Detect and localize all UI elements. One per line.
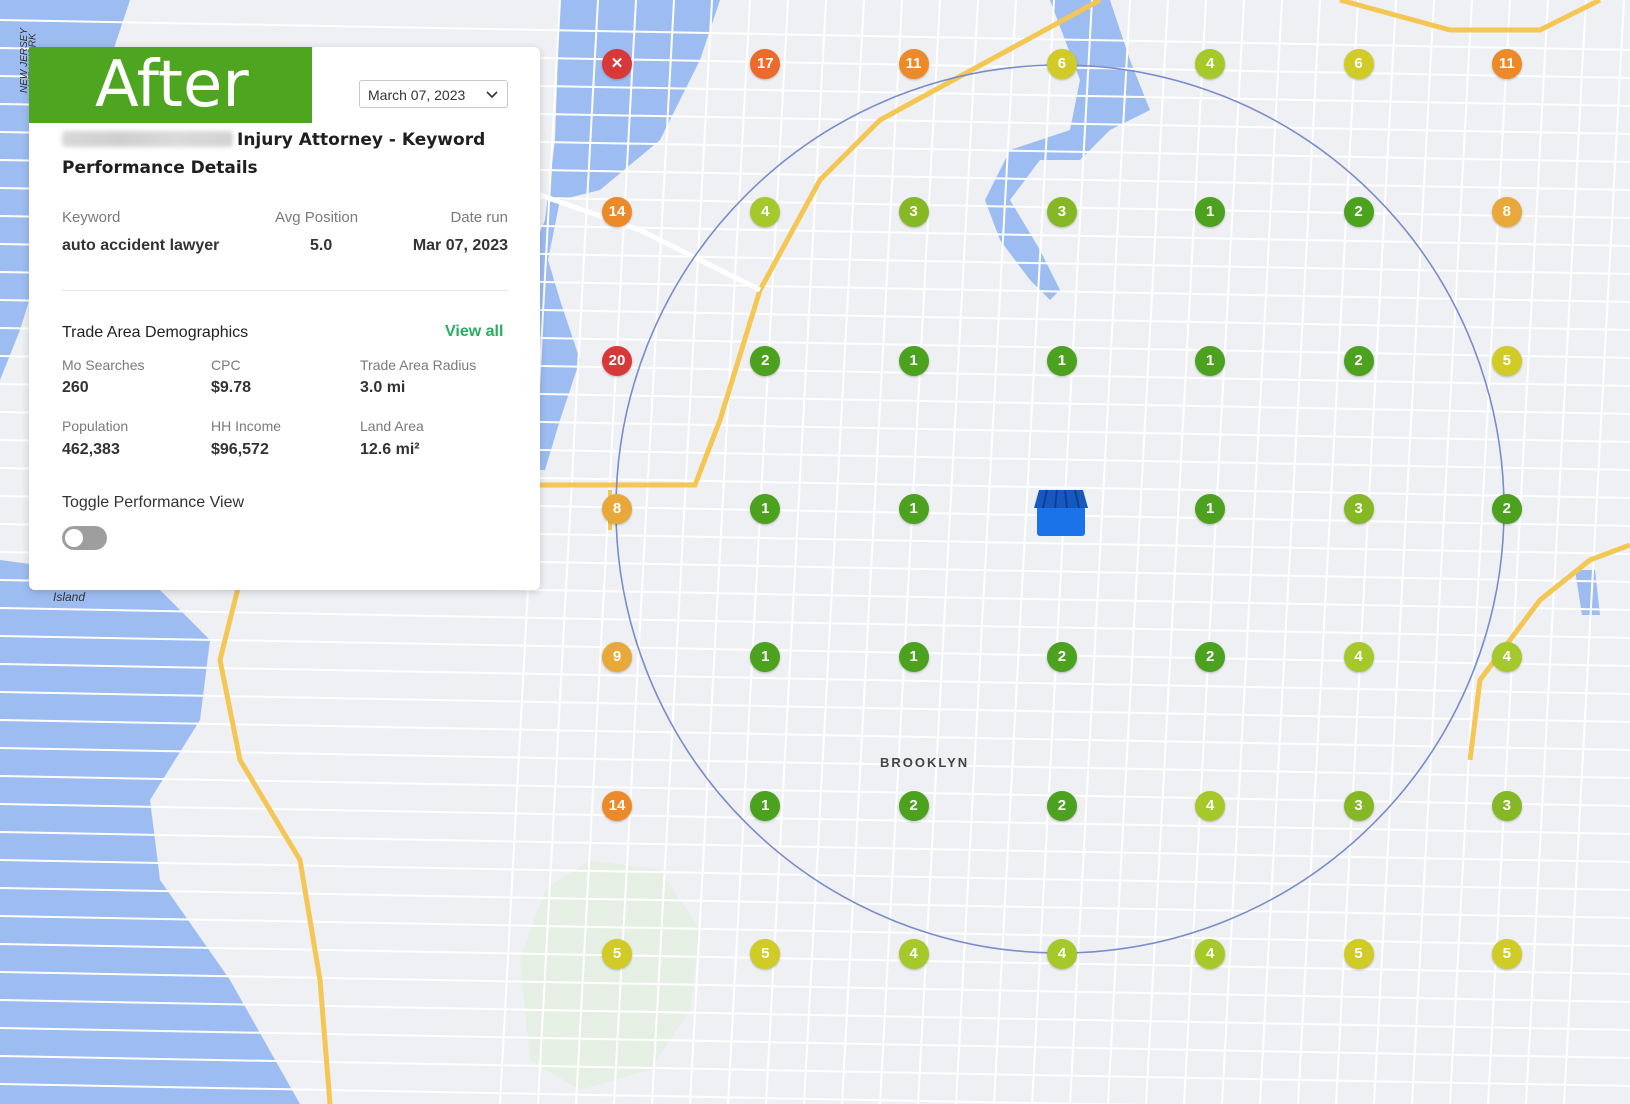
rank-marker[interactable]: 9 <box>602 642 632 673</box>
stat-label: HH Income <box>211 418 282 434</box>
rank-marker[interactable]: 5 <box>602 938 632 969</box>
map-label-brooklyn: BROOKLYN <box>880 755 970 770</box>
rank-marker[interactable]: 3 <box>1343 790 1374 821</box>
rank-marker[interactable]: 17 <box>750 49 781 79</box>
map-label-island: Island <box>53 590 86 604</box>
view-all-link[interactable]: View all <box>445 323 503 341</box>
date-run-value: Mar 07, 2023 <box>412 237 508 254</box>
stat-label: Population <box>62 418 129 434</box>
stat-value: 462,383 <box>62 441 120 458</box>
rank-marker[interactable]: 2 <box>1343 345 1374 376</box>
stat-value: 12.6 mi² <box>360 441 420 458</box>
store-icon[interactable] <box>1033 484 1089 538</box>
rank-marker[interactable]: 4 <box>1195 790 1226 821</box>
rank-marker[interactable]: 20 <box>602 345 632 376</box>
rank-marker[interactable]: 6 <box>1046 49 1077 79</box>
rank-marker[interactable]: 4 <box>1491 642 1522 673</box>
toggle-label: Toggle Performance View <box>62 494 245 511</box>
rank-marker[interactable]: 14 <box>602 790 632 821</box>
blurred-business-name <box>62 131 233 147</box>
rank-marker[interactable]: 1 <box>1046 345 1077 376</box>
stat-value: $96,572 <box>211 441 269 458</box>
rank-marker[interactable]: 5 <box>1343 938 1374 969</box>
rank-marker[interactable]: 8 <box>1491 197 1522 228</box>
rank-marker[interactable]: 4 <box>1195 49 1226 79</box>
rank-marker[interactable]: 3 <box>1046 197 1077 228</box>
rank-marker[interactable]: 11 <box>1491 49 1522 79</box>
rank-marker[interactable]: 4 <box>1046 938 1077 969</box>
rank-marker[interactable]: 2 <box>750 345 781 376</box>
stat-value: 260 <box>62 379 89 396</box>
rank-marker[interactable]: 3 <box>1491 790 1522 821</box>
rank-marker[interactable]: 6 <box>1343 49 1374 79</box>
rank-marker[interactable]: 2 <box>1046 642 1077 673</box>
rank-marker[interactable]: 1 <box>1195 345 1226 376</box>
performance-view-toggle[interactable] <box>62 526 107 550</box>
avg-position-value: 5.0 <box>310 237 333 254</box>
rank-marker[interactable]: 1 <box>898 642 929 673</box>
rank-marker[interactable]: 4 <box>1343 642 1374 673</box>
rank-marker[interactable]: 14 <box>602 197 632 228</box>
after-banner: After <box>29 47 312 123</box>
date-select[interactable]: March 07, 2023 <box>359 80 508 108</box>
rank-marker[interactable]: 2 <box>1491 493 1522 524</box>
divider <box>62 290 508 291</box>
demographics-title: Trade Area Demographics <box>62 324 249 341</box>
rank-marker[interactable]: 2 <box>1195 642 1226 673</box>
stat-value: 3.0 mi <box>360 379 406 396</box>
stat-label: Land Area <box>360 418 424 434</box>
rank-marker[interactable]: 1 <box>1195 493 1226 524</box>
rank-marker[interactable]: 1 <box>750 790 781 821</box>
rank-marker[interactable]: 3 <box>898 197 929 228</box>
date-select-value: March 07, 2023 <box>368 87 466 103</box>
rank-marker[interactable]: 2 <box>1343 197 1374 228</box>
rank-marker[interactable]: 1 <box>1195 197 1226 228</box>
stat-value: $9.78 <box>211 379 252 396</box>
rank-marker[interactable]: 11 <box>898 49 929 79</box>
panel-title: Injury Attorney - Keyword Performance De… <box>62 126 502 182</box>
rank-marker[interactable]: 1 <box>898 493 929 524</box>
stat-label: Mo Searches <box>62 357 145 373</box>
rank-marker[interactable]: 5 <box>1491 345 1522 376</box>
rank-marker-unranked[interactable]: ✕ <box>602 49 632 79</box>
chevron-down-icon <box>486 91 498 99</box>
rank-marker[interactable]: 4 <box>750 197 781 228</box>
toggle-knob <box>65 529 83 547</box>
header-keyword: Keyword <box>62 209 121 226</box>
rank-marker[interactable]: 1 <box>750 642 781 673</box>
rank-marker[interactable]: 1 <box>898 345 929 376</box>
stat-label: CPC <box>211 357 241 373</box>
rank-marker[interactable]: 5 <box>750 938 781 969</box>
keyword-value: auto accident lawyer <box>62 237 220 254</box>
header-date-run: Date run <box>450 209 508 226</box>
rank-marker[interactable]: 1 <box>750 493 781 524</box>
rank-marker[interactable]: 4 <box>898 938 929 969</box>
rank-marker[interactable]: 5 <box>1491 938 1522 969</box>
header-avg-position: Avg Position <box>275 209 359 226</box>
rank-marker[interactable]: 2 <box>898 790 929 821</box>
stat-label: Trade Area Radius <box>360 357 477 373</box>
rank-marker[interactable]: 4 <box>1195 938 1226 969</box>
rank-marker[interactable]: 2 <box>1046 790 1077 821</box>
rank-marker[interactable]: 3 <box>1343 493 1374 524</box>
rank-marker[interactable]: 8 <box>602 493 632 524</box>
